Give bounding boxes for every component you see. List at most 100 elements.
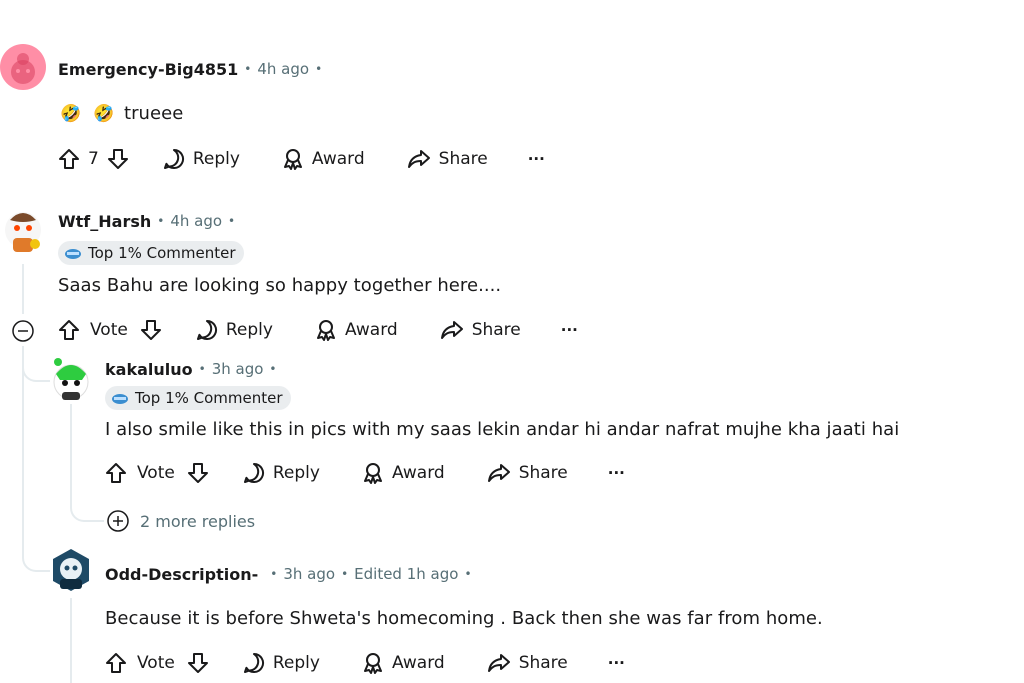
- award-label: Award: [311, 149, 365, 169]
- award-button[interactable]: Award: [362, 462, 445, 484]
- top-commenter-icon: [64, 246, 82, 260]
- more-dots-icon: ···: [607, 654, 625, 672]
- comment-body: 🤣 🤣 trueee: [60, 103, 183, 124]
- more-options-button[interactable]: ···: [528, 150, 545, 168]
- reply-button[interactable]: Reply: [196, 319, 273, 341]
- timestamp[interactable]: 3h ago: [212, 360, 264, 378]
- share-icon: [487, 654, 510, 672]
- user-flair: Top 1% Commenter: [58, 241, 244, 265]
- share-label: Share: [471, 320, 521, 340]
- share-button[interactable]: Share: [487, 652, 568, 674]
- collapse-thread-button[interactable]: [11, 319, 35, 347]
- award-icon: [316, 320, 335, 341]
- award-label: Award: [344, 320, 398, 340]
- comment-meta: Wtf_Harsh • 4h ago •: [58, 209, 241, 233]
- emoji-reaction: 🤣: [93, 104, 115, 124]
- separator-dot: •: [341, 567, 349, 581]
- share-label: Share: [518, 653, 568, 673]
- downvote-icon: [187, 463, 208, 483]
- reply-button[interactable]: Reply: [163, 148, 240, 170]
- separator-dot: •: [157, 214, 165, 228]
- more-options-button[interactable]: ···: [608, 654, 625, 672]
- vote-count: 7: [88, 149, 99, 169]
- more-replies-button[interactable]: 2 more replies: [106, 509, 255, 533]
- more-dots-icon: ···: [527, 150, 545, 168]
- reply-bubble-icon: [243, 463, 264, 483]
- separator-dot: •: [315, 62, 323, 76]
- thread-connector-odd-description: [22, 540, 50, 572]
- thread-connector-more-replies: [70, 500, 104, 522]
- emoji-reaction: 🤣: [60, 104, 82, 124]
- upvote-button[interactable]: [58, 148, 80, 170]
- reply-bubble-icon: [163, 149, 184, 169]
- downvote-icon: [140, 320, 161, 340]
- reply-label: Reply: [272, 653, 320, 673]
- more-options-button[interactable]: ···: [561, 321, 578, 339]
- avatar[interactable]: [50, 356, 92, 402]
- username[interactable]: Wtf_Harsh: [58, 212, 151, 231]
- vote-label: Vote: [137, 653, 175, 673]
- upvote-icon: [106, 463, 126, 483]
- downvote-icon: [187, 653, 208, 673]
- comment-actions: Vote Reply Award Share ···: [58, 314, 578, 346]
- reply-bubble-icon: [243, 653, 264, 673]
- thread-line-odd-description: [70, 598, 72, 683]
- separator-dot: •: [228, 214, 236, 228]
- username[interactable]: kakaluluo: [105, 360, 193, 379]
- timestamp[interactable]: 4h ago: [170, 212, 222, 230]
- username[interactable]: Odd-Description-: [105, 565, 258, 584]
- separator-dot: •: [269, 362, 277, 376]
- timestamp[interactable]: 4h ago: [257, 60, 309, 78]
- upvote-button[interactable]: [58, 319, 80, 341]
- thread-line-wtf-harsh: [22, 264, 24, 314]
- upvote-button[interactable]: [105, 652, 127, 674]
- share-label: Share: [518, 463, 568, 483]
- upvote-button[interactable]: [105, 462, 127, 484]
- avatar[interactable]: [2, 206, 44, 256]
- thread-line-kakaluluo: [70, 404, 72, 504]
- downvote-button[interactable]: [187, 462, 209, 484]
- share-button[interactable]: Share: [440, 319, 521, 341]
- comment-text: trueee: [124, 103, 184, 124]
- vote-label: Vote: [137, 463, 175, 483]
- flair-text: Top 1% Commenter: [88, 244, 236, 262]
- downvote-button[interactable]: [140, 319, 162, 341]
- edited-label: Edited 1h ago: [354, 565, 459, 583]
- comment-actions: Vote Reply Award Share ···: [105, 457, 625, 489]
- timestamp[interactable]: 3h ago: [283, 565, 335, 583]
- avatar[interactable]: [0, 44, 46, 90]
- award-button[interactable]: Award: [282, 148, 365, 170]
- flair-text: Top 1% Commenter: [135, 389, 283, 407]
- more-replies-label: 2 more replies: [140, 511, 256, 531]
- separator-dot: •: [198, 362, 206, 376]
- more-dots-icon: ···: [560, 321, 578, 339]
- share-button[interactable]: Share: [407, 148, 488, 170]
- more-options-button[interactable]: ···: [608, 464, 625, 482]
- share-icon: [487, 464, 510, 482]
- username[interactable]: Emergency-Big4851: [58, 60, 238, 79]
- comment-meta: kakaluluo • 3h ago •: [105, 357, 283, 381]
- award-icon: [363, 463, 382, 484]
- avatar[interactable]: [50, 547, 92, 595]
- downvote-button[interactable]: [107, 148, 129, 170]
- reply-button[interactable]: Reply: [243, 462, 320, 484]
- more-dots-icon: ···: [607, 464, 625, 482]
- comment-meta: Odd-Description- • 3h ago • Edited 1h ag…: [105, 562, 478, 586]
- share-icon: [407, 150, 430, 168]
- award-label: Award: [391, 653, 445, 673]
- share-button[interactable]: Share: [487, 462, 568, 484]
- comment-actions: Vote Reply Award Share ···: [105, 647, 625, 679]
- upvote-icon: [106, 653, 126, 673]
- reply-button[interactable]: Reply: [243, 652, 320, 674]
- separator-dot: •: [270, 567, 278, 581]
- downvote-icon: [107, 149, 128, 169]
- comment-body: Saas Bahu are looking so happy together …: [58, 275, 502, 296]
- expand-plus-icon: [107, 510, 129, 532]
- reply-bubble-icon: [196, 320, 217, 340]
- reply-label: Reply: [272, 463, 320, 483]
- award-button[interactable]: Award: [315, 319, 398, 341]
- downvote-button[interactable]: [187, 652, 209, 674]
- award-button[interactable]: Award: [362, 652, 445, 674]
- collapse-minus-icon: [12, 320, 34, 342]
- reply-label: Reply: [192, 149, 240, 169]
